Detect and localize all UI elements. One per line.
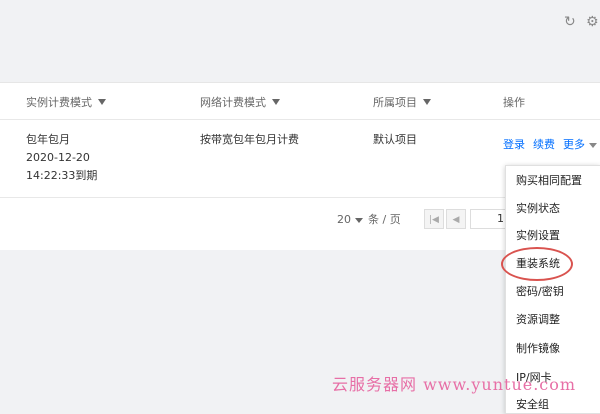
menu-item-resource-adjust[interactable]: 资源调整 (516, 313, 560, 327)
filter-icon[interactable] (272, 99, 280, 105)
menu-item-instance-settings[interactable]: 实例设置 (516, 229, 560, 243)
expire-time: 14:22:33到期 (26, 169, 98, 182)
menu-item-security-group[interactable]: 安全组 (516, 398, 549, 412)
more-dropdown-button[interactable]: 更多 (563, 137, 597, 153)
page-number-input[interactable]: 1 (470, 209, 510, 229)
filter-icon[interactable] (423, 99, 431, 105)
expire-date: 2020-12-20 (26, 151, 90, 164)
network-billing: 按带宽包年包月计费 (200, 133, 299, 146)
table-header: 实例计费模式 网络计费模式 所属项目 操作 (0, 83, 600, 120)
gear-icon[interactable]: ⚙ (586, 14, 599, 30)
billing-mode: 包年包月 (26, 133, 70, 146)
chevron-down-icon (355, 217, 363, 223)
first-page-button[interactable]: |◀ (424, 209, 444, 229)
login-link[interactable]: 登录 (503, 137, 525, 153)
header-network-billing[interactable]: 网络计费模式 (200, 94, 280, 110)
project: 默认项目 (373, 133, 417, 146)
header-actions: 操作 (503, 96, 525, 109)
highlight-circle (501, 247, 573, 281)
header-instance-billing[interactable]: 实例计费模式 (26, 94, 106, 110)
page-size-select[interactable]: 20 条 / 页 (337, 211, 401, 227)
filter-icon[interactable] (98, 99, 106, 105)
menu-item-password-key[interactable]: 密码/密钥 (516, 285, 564, 299)
prev-page-button[interactable]: ◀ (446, 209, 466, 229)
chevron-down-icon (589, 142, 597, 148)
refresh-icon[interactable]: ↻ (564, 14, 576, 30)
header-project[interactable]: 所属项目 (373, 94, 431, 110)
menu-item-create-image[interactable]: 制作镜像 (516, 342, 560, 356)
menu-item-buy-same[interactable]: 购买相同配置 (516, 174, 582, 188)
renew-link[interactable]: 续费 (533, 137, 555, 153)
toolbar: ↻ ⚙ (560, 14, 600, 30)
watermark: 云服务器网 www.yuntue.com (332, 375, 577, 394)
menu-item-instance-status[interactable]: 实例状态 (516, 202, 560, 216)
